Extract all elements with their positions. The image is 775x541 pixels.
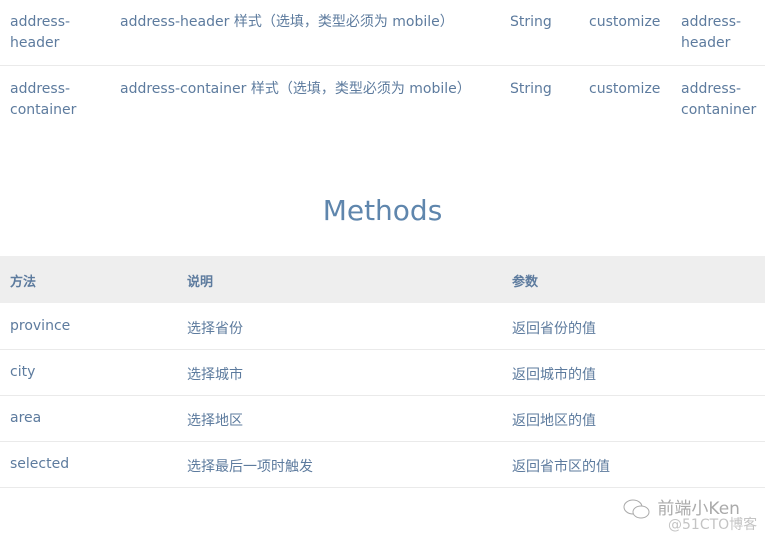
method-params: 返回地区的值 — [512, 413, 596, 429]
method-name: selected — [10, 456, 70, 472]
method-name: area — [10, 410, 42, 426]
header-description: 说明 — [187, 275, 214, 290]
method-description: 选择城市 — [187, 367, 243, 383]
prop-type: String — [510, 81, 552, 97]
watermark-site: @51CTO博客 — [668, 517, 758, 533]
method-params: 返回省份的值 — [512, 321, 596, 337]
prop-option: customize — [589, 81, 661, 97]
prop-description: address-header 样式（选填，类型必须为 mobile） — [120, 14, 454, 30]
method-row: selected 选择最后一项时触发 返回省市区的值 — [0, 441, 765, 488]
methods-table-header: 方法 说明 参数 — [0, 256, 765, 303]
header-method: 方法 — [10, 275, 37, 290]
prop-default: address-header — [681, 14, 742, 51]
method-row: area 选择地区 返回地区的值 — [0, 395, 765, 442]
wechat-icon — [623, 499, 650, 519]
method-description: 选择地区 — [187, 413, 243, 429]
prop-description: address-container 样式（选填，类型必须为 mobile） — [120, 81, 471, 97]
method-row: city 选择城市 返回城市的值 — [0, 349, 765, 396]
header-params: 参数 — [512, 275, 539, 290]
prop-name: address-header — [10, 14, 71, 51]
method-description: 选择省份 — [187, 321, 243, 337]
prop-default: address-contaniner — [681, 81, 757, 118]
method-row: province 选择省份 返回省份的值 — [0, 303, 765, 350]
method-name: province — [10, 318, 71, 334]
method-params: 返回省市区的值 — [512, 459, 610, 475]
prop-type: String — [510, 14, 552, 30]
method-description: 选择最后一项时触发 — [187, 459, 313, 475]
method-name: city — [10, 364, 36, 380]
prop-name: address-container — [10, 81, 77, 118]
prop-option: customize — [589, 14, 661, 30]
methods-title: Methods — [322, 194, 443, 227]
divider — [0, 65, 765, 66]
method-params: 返回城市的值 — [512, 367, 596, 383]
